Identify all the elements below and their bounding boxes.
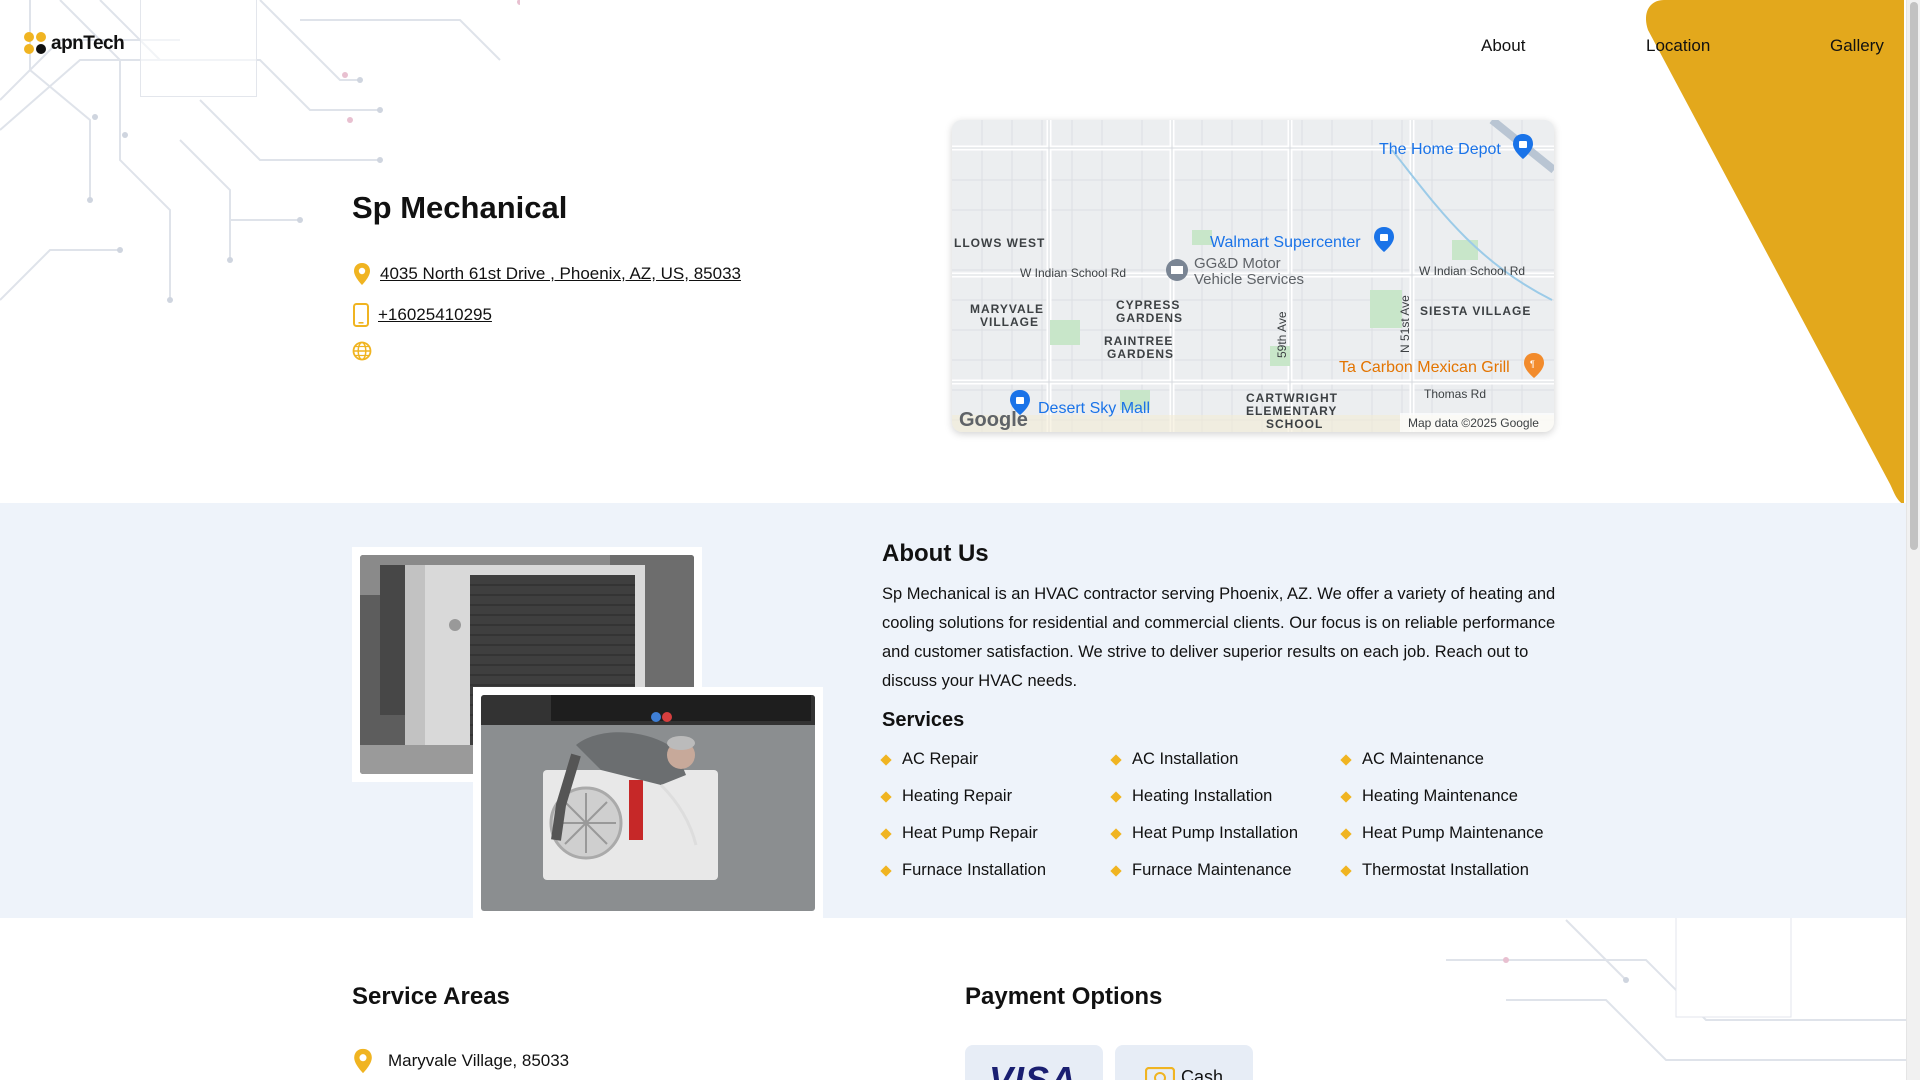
phone-link[interactable]: +16025410295 [378, 305, 492, 325]
payment-cash: Cash [1115, 1045, 1253, 1080]
diamond-bullet-icon [1340, 864, 1352, 877]
service-item: Heat Pump Maintenance [1340, 824, 1544, 843]
map-label: Walmart Supercenter [1210, 234, 1361, 251]
service-item: AC Repair [880, 750, 978, 769]
map-label: Vehicle Services [1194, 271, 1304, 288]
map-label: LLOWS WEST [954, 236, 1045, 250]
service-item: AC Installation [1110, 750, 1238, 769]
address-row: 4035 North 61st Drive , Phoenix, AZ, US,… [352, 262, 741, 286]
payment-visa: VISA [965, 1045, 1103, 1080]
map-label: Desert Sky Mall [1038, 400, 1150, 417]
services-title: Services [882, 709, 965, 731]
about-text: Sp Mechanical is an HVAC contractor serv… [882, 585, 1556, 690]
service-item: Heat Pump Installation [1110, 824, 1298, 843]
location-pin-icon [354, 263, 370, 285]
service-area-item: Maryvale Village, 85033 [352, 1047, 569, 1075]
scrollbar-thumb[interactable] [1910, 2, 1918, 550]
technician-photo-graphic [481, 695, 815, 911]
map-label: W Indian School Rd [1419, 264, 1525, 278]
technician-photo [473, 687, 823, 919]
map-label: VILLAGE [980, 315, 1039, 329]
diamond-bullet-icon [1110, 753, 1122, 766]
phone-row: +16025410295 [352, 303, 492, 327]
address-link[interactable]: 4035 North 61st Drive , Phoenix, AZ, US,… [380, 264, 741, 284]
map-label: N 51st Ave [1398, 295, 1412, 353]
service-item: Furnace Maintenance [1110, 861, 1292, 880]
map-label: CYPRESS [1116, 298, 1180, 312]
map-label: 59th Ave [1275, 311, 1289, 358]
nav-gallery[interactable]: Gallery [1830, 36, 1884, 56]
logo-text: apnTech [51, 33, 125, 54]
page-scrollbar[interactable] [1906, 0, 1920, 1080]
service-item: Thermostat Installation [1340, 861, 1529, 880]
map-label: GARDENS [1107, 347, 1174, 361]
nav-about[interactable]: About [1481, 36, 1525, 56]
site-header: apnTech About Location Gallery [0, 0, 1906, 97]
svg-text:¶: ¶ [1530, 359, 1535, 369]
diamond-bullet-icon [1340, 753, 1352, 766]
diamond-bullet-icon [1340, 790, 1352, 803]
location-pin-icon [354, 1048, 372, 1074]
logo[interactable]: apnTech [24, 32, 125, 56]
diamond-bullet-icon [1110, 827, 1122, 840]
service-item: Furnace Installation [880, 861, 1046, 880]
logo-frame [140, 0, 257, 97]
map-label: The Home Depot [1379, 141, 1501, 158]
map-label: RAINTREE [1104, 334, 1173, 348]
diamond-bullet-icon [1110, 790, 1122, 803]
map-label: GARDENS [1116, 311, 1183, 325]
business-name: Sp Mechanical [352, 190, 568, 225]
service-item: Heating Installation [1110, 787, 1272, 806]
google-logo: Google [959, 409, 1028, 431]
map-label: GG&D Motor [1194, 255, 1281, 272]
about-title: About Us [882, 540, 989, 567]
globe-icon[interactable] [352, 341, 372, 361]
map-label: Ta Carbon Mexican Grill [1339, 359, 1510, 376]
service-areas-title: Service Areas [352, 983, 510, 1010]
service-item: Heat Pump Repair [880, 824, 1038, 843]
map-label: CARTWRIGHT [1246, 391, 1338, 405]
website-row [352, 341, 380, 361]
location-map[interactable]: ¶ The Home Depot Walmart Supercenter Des… [952, 120, 1554, 432]
map-label: W Indian School Rd [1020, 266, 1126, 280]
map-label: Thomas Rd [1424, 387, 1486, 401]
map-canvas: ¶ The Home Depot Walmart Supercenter Des… [952, 120, 1554, 432]
map-label: ELEMENTARY [1246, 404, 1337, 418]
diamond-bullet-icon [880, 827, 892, 840]
cash-label: Cash [1181, 1067, 1224, 1080]
service-item: Heating Repair [880, 787, 1012, 806]
logo-dots-icon [24, 32, 48, 56]
diamond-bullet-icon [1110, 864, 1122, 877]
diamond-bullet-icon [880, 790, 892, 803]
map-label: MARYVALE [970, 302, 1044, 316]
service-item: AC Maintenance [1340, 750, 1484, 769]
map-label: SIESTA VILLAGE [1420, 304, 1531, 318]
service-item: Heating Maintenance [1340, 787, 1518, 806]
diamond-bullet-icon [1340, 827, 1352, 840]
map-attribution: Map data ©2025 Google [1408, 416, 1539, 430]
map-label: SCHOOL [1266, 417, 1323, 431]
nav-location[interactable]: Location [1646, 36, 1710, 56]
diamond-bullet-icon [880, 864, 892, 877]
diamond-bullet-icon [880, 753, 892, 766]
payment-options-title: Payment Options [965, 983, 1163, 1010]
visa-logo: VISA [989, 1059, 1078, 1080]
phone-icon [353, 303, 369, 327]
cash-icon [1145, 1067, 1175, 1080]
